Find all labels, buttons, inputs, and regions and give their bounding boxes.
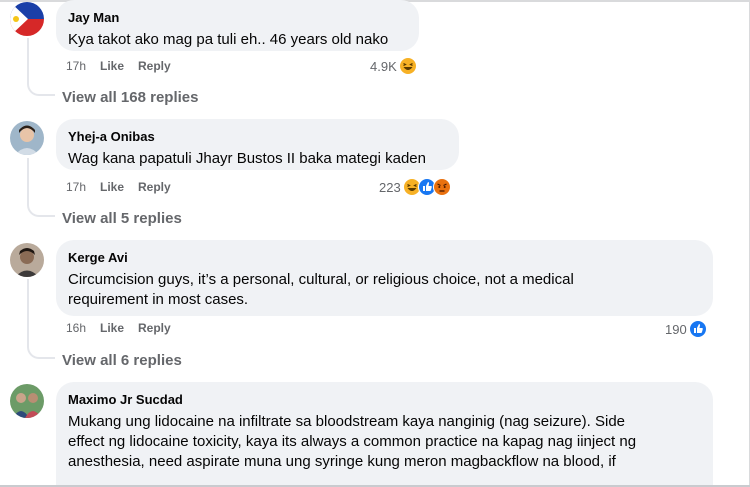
comment-author[interactable]: Maximo Jr Sucdad [68, 392, 701, 408]
like-button[interactable]: Like [100, 321, 138, 335]
comment-text-line: requirement in most cases. [68, 291, 249, 308]
comment-author[interactable]: Yhej-a Onibas [68, 129, 447, 145]
comment-bubble: Maximo Jr Sucdad Mukang ung lidocaine na… [56, 382, 713, 487]
like-button[interactable]: Like [100, 59, 138, 73]
comment-time[interactable]: 17h [66, 180, 100, 194]
philippine-flag-avatar-icon [10, 2, 44, 36]
avatar[interactable] [10, 243, 44, 277]
comment-text: Wag kana papatuli Jhayr Bustos II baka m… [68, 150, 426, 167]
comment-text: Kya takot ako mag pa tuli eh.. 46 years … [68, 31, 389, 48]
comment-text-line: effect ng lidocaine toxicity, kaya its a… [68, 433, 637, 450]
avatar[interactable] [10, 121, 44, 155]
comment-bubble: Yhej-a Onibas Wag kana papatuli Jhayr Bu… [56, 119, 459, 170]
avatar[interactable] [10, 2, 44, 36]
view-replies-link[interactable]: View all 168 replies [62, 89, 198, 106]
reply-thread-line [27, 158, 55, 217]
comment-time[interactable]: 16h [66, 321, 100, 335]
view-replies-link[interactable]: View all 6 replies [62, 352, 182, 369]
view-replies-link[interactable]: View all 5 replies [62, 210, 182, 227]
comment-text-line: anesthesia, need aspirate muna ung syrin… [68, 453, 616, 470]
comment-text-line: Mukang ung lidocaine na infiltrate sa bl… [68, 413, 625, 430]
comment-author[interactable]: Kerge Avi [68, 250, 701, 266]
haha-icon [398, 57, 417, 75]
reaction-count: 223 [379, 179, 401, 195]
like-icon [688, 320, 707, 338]
profile-photo-icon [10, 121, 44, 155]
angry-icon [432, 178, 451, 196]
profile-photo-icon [10, 243, 44, 277]
comment-bubble: Kerge Avi Circumcision guys, it’s a pers… [56, 240, 713, 316]
avatar[interactable] [10, 384, 44, 418]
reply-thread-line [27, 279, 55, 359]
comment-time[interactable]: 17h [66, 59, 100, 73]
comment-text-line: Circumcision guys, it’s a personal, cult… [68, 271, 574, 288]
reaction-summary[interactable]: 190 [665, 320, 707, 338]
reply-thread-line [27, 38, 55, 96]
reply-button[interactable]: Reply [138, 321, 171, 335]
comment-actions: 17h Like Reply [66, 180, 171, 194]
reaction-count: 190 [665, 321, 687, 337]
like-button[interactable]: Like [100, 180, 138, 194]
reply-button[interactable]: Reply [138, 180, 171, 194]
reaction-summary[interactable]: 223 [379, 178, 451, 196]
comment-actions: 16h Like Reply [66, 321, 171, 335]
comment-author[interactable]: Jay Man [68, 10, 407, 26]
reaction-summary[interactable]: 4.9K [370, 57, 417, 75]
comment-bubble: Jay Man Kya takot ako mag pa tuli eh.. 4… [56, 0, 419, 51]
profile-photo-icon [10, 384, 44, 418]
comment-actions: 17h Like Reply [66, 59, 171, 73]
reaction-count: 4.9K [370, 58, 397, 74]
reply-button[interactable]: Reply [138, 59, 171, 73]
